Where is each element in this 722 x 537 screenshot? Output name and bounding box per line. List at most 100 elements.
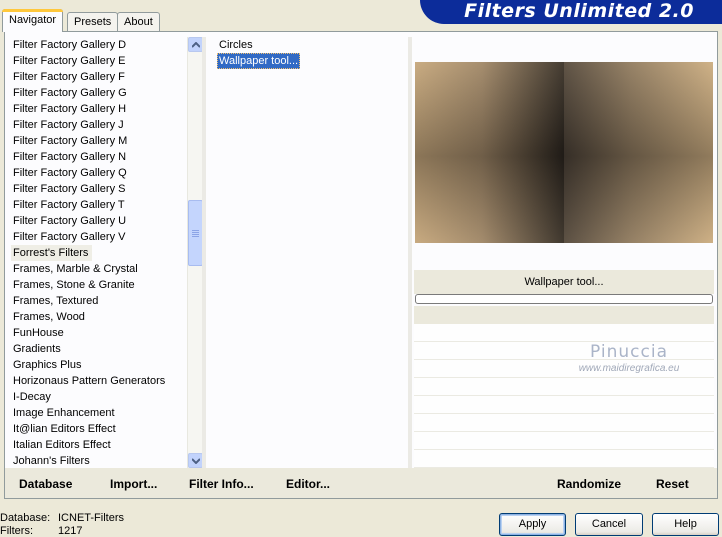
category-label: Filter Factory Gallery T bbox=[13, 199, 125, 211]
category-label: Graphics Plus bbox=[13, 359, 82, 371]
category-item[interactable]: Filter Factory Gallery S bbox=[11, 181, 186, 197]
category-item[interactable]: Frames, Stone & Granite bbox=[11, 277, 186, 293]
category-label: Filter Factory Gallery Q bbox=[13, 167, 127, 179]
preview-shading bbox=[415, 62, 713, 243]
category-item[interactable]: Italian Editors Effect bbox=[11, 437, 186, 453]
tab-presets[interactable]: Presets bbox=[67, 12, 119, 31]
category-label: Filter Factory Gallery U bbox=[13, 215, 127, 227]
filter-info-button[interactable]: Filter Info... bbox=[189, 477, 254, 491]
category-item[interactable]: Graphics Plus bbox=[11, 357, 186, 373]
editor-button[interactable]: Editor... bbox=[286, 477, 330, 491]
control-slot bbox=[414, 414, 714, 432]
category-label: Filter Factory Gallery E bbox=[13, 55, 126, 67]
chevron-down-icon bbox=[192, 458, 200, 464]
category-label: Filter Factory Gallery M bbox=[13, 135, 128, 147]
panel-divider bbox=[202, 37, 206, 468]
preview-filter-name: Wallpaper tool... bbox=[414, 270, 714, 294]
category-label: FunHouse bbox=[13, 327, 64, 339]
category-label: Forrest's Filters bbox=[11, 245, 93, 261]
scroll-up-button[interactable] bbox=[188, 37, 203, 52]
scroll-thumb[interactable] bbox=[188, 200, 203, 266]
tab-navigator[interactable]: Navigator bbox=[2, 9, 64, 32]
panel-divider bbox=[408, 37, 412, 468]
chevron-up-icon bbox=[192, 42, 200, 48]
category-label: Horizonaus Pattern Generators bbox=[13, 375, 166, 387]
category-item[interactable]: Frames, Textured bbox=[11, 293, 186, 309]
category-item[interactable]: Filter Factory Gallery D bbox=[11, 37, 186, 53]
category-item[interactable]: Filter Factory Gallery T bbox=[11, 197, 186, 213]
category-label: Johann's Filters bbox=[13, 455, 90, 467]
control-slot bbox=[414, 324, 714, 342]
control-slot bbox=[414, 396, 714, 414]
category-label: Filter Factory Gallery H bbox=[13, 103, 127, 115]
status-filters-label: Filters: bbox=[0, 525, 33, 537]
category-label: Italian Editors Effect bbox=[13, 439, 111, 451]
category-item[interactable]: Filter Factory Gallery J bbox=[11, 117, 186, 133]
status-database-value: ICNET-Filters bbox=[58, 512, 124, 524]
category-item[interactable]: FunHouse bbox=[11, 325, 186, 341]
category-item[interactable]: I-Decay bbox=[11, 389, 186, 405]
category-item[interactable]: Filter Factory Gallery U bbox=[11, 213, 186, 229]
filter-item[interactable]: Circles bbox=[217, 37, 255, 53]
category-item[interactable]: Johann's Filters bbox=[11, 453, 186, 468]
control-slot bbox=[414, 450, 714, 468]
category-label: I-Decay bbox=[13, 391, 51, 403]
category-label: Filter Factory Gallery V bbox=[13, 231, 126, 243]
tab-about[interactable]: About bbox=[117, 12, 160, 31]
watermark-site: www.maidiregrafica.eu bbox=[578, 363, 680, 374]
filter-list[interactable]: Circles Wallpaper tool... bbox=[217, 37, 407, 69]
reset-button[interactable]: Reset bbox=[656, 477, 689, 491]
category-label: Frames, Wood bbox=[13, 311, 85, 323]
category-item[interactable]: Frames, Marble & Crystal bbox=[11, 261, 186, 277]
help-button[interactable]: Help bbox=[652, 513, 719, 536]
apply-button[interactable]: Apply bbox=[499, 513, 566, 536]
category-item[interactable]: Filter Factory Gallery V bbox=[11, 229, 186, 245]
filter-item[interactable]: Wallpaper tool... bbox=[217, 53, 301, 69]
category-label: Filter Factory Gallery S bbox=[13, 183, 126, 195]
category-item[interactable]: Filter Factory Gallery H bbox=[11, 101, 186, 117]
category-item[interactable]: Filter Factory Gallery N bbox=[11, 149, 186, 165]
category-label: Gradients bbox=[13, 343, 61, 355]
category-item[interactable]: Image Enhancement bbox=[11, 405, 186, 421]
grip-icon bbox=[192, 230, 199, 238]
category-label: Filter Factory Gallery F bbox=[13, 71, 125, 83]
progress-bar bbox=[415, 294, 713, 304]
category-label: Filter Factory Gallery N bbox=[13, 151, 127, 163]
category-item[interactable]: Filter Factory Gallery G bbox=[11, 85, 186, 101]
category-item[interactable]: Gradients bbox=[11, 341, 186, 357]
randomize-button[interactable]: Randomize bbox=[557, 477, 621, 491]
category-scrollbar[interactable] bbox=[187, 37, 203, 468]
category-item[interactable]: Filter Factory Gallery M bbox=[11, 133, 186, 149]
navigator-panel: Filter Factory Gallery D Filter Factory G… bbox=[4, 31, 718, 499]
scroll-down-button[interactable] bbox=[188, 453, 203, 468]
category-item[interactable]: Filter Factory Gallery E bbox=[11, 53, 186, 69]
status-database-label: Database: bbox=[0, 512, 51, 524]
database-button[interactable]: Database bbox=[19, 477, 72, 491]
status-filters-value: 1217 bbox=[58, 525, 83, 537]
category-label: Frames, Textured bbox=[13, 295, 99, 307]
category-item[interactable]: Forrest's Filters bbox=[11, 245, 186, 261]
category-item[interactable]: It@lian Editors Effect bbox=[11, 421, 186, 437]
category-list[interactable]: Filter Factory Gallery D Filter Factory G… bbox=[11, 37, 186, 468]
app-banner: Filters Unlimited 2.0 bbox=[420, 0, 722, 24]
category-label: Filter Factory Gallery D bbox=[13, 39, 127, 51]
category-label: It@lian Editors Effect bbox=[13, 423, 116, 435]
watermark-name: Pinuccia bbox=[590, 342, 668, 362]
category-label: Filter Factory Gallery G bbox=[13, 87, 127, 99]
category-item[interactable]: Filter Factory Gallery Q bbox=[11, 165, 186, 181]
app-title: Filters Unlimited 2.0 bbox=[464, 0, 694, 22]
category-item[interactable]: Filter Factory Gallery F bbox=[11, 69, 186, 85]
category-label: Frames, Stone & Granite bbox=[13, 279, 135, 291]
category-item[interactable]: Horizonaus Pattern Generators bbox=[11, 373, 186, 389]
category-label: Frames, Marble & Crystal bbox=[13, 263, 138, 275]
cancel-button[interactable]: Cancel bbox=[575, 513, 643, 536]
control-area bbox=[414, 306, 714, 324]
panel-button-bar: Database Import... Filter Info... Editor… bbox=[5, 468, 717, 498]
status-database: Database: ICNET-Filters bbox=[0, 512, 124, 524]
control-slot bbox=[414, 378, 714, 396]
control-slot bbox=[414, 432, 714, 450]
watermark: Pinuccia www.maidiregrafica.eu bbox=[554, 343, 704, 375]
filter-preview bbox=[415, 62, 713, 243]
import-button[interactable]: Import... bbox=[110, 477, 157, 491]
category-item[interactable]: Frames, Wood bbox=[11, 309, 186, 325]
